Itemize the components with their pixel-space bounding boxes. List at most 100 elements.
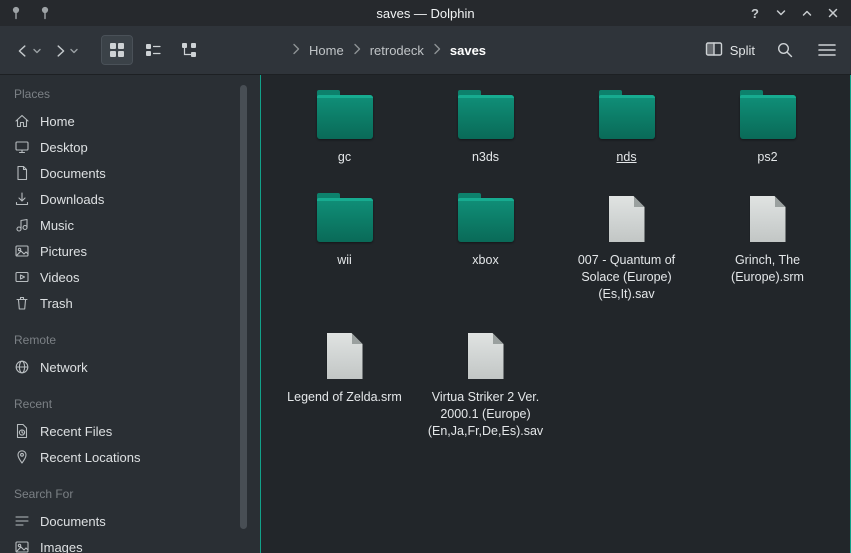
sidebar-item-desktop[interactable]: Desktop <box>0 134 236 160</box>
folder-item[interactable]: gc <box>274 89 415 166</box>
file-grid: gc n3ds nds ps2 wii <box>261 75 850 440</box>
sidebar-item-label: Pictures <box>40 244 87 259</box>
sidebar-item-label: Documents <box>40 514 106 529</box>
sidebar-item-search-documents[interactable]: Documents <box>0 508 236 534</box>
hamburger-menu-icon[interactable] <box>815 38 839 62</box>
folder-icon <box>458 198 514 242</box>
sidebar-scrollbar[interactable] <box>240 85 247 529</box>
sidebar-item-label: Trash <box>40 296 73 311</box>
chevron-right-icon <box>353 43 361 58</box>
videos-icon <box>14 269 30 285</box>
folder-item[interactable]: n3ds <box>415 89 556 166</box>
recent-locations-icon <box>14 449 30 465</box>
section-header-remote: Remote <box>0 325 236 354</box>
sidebar-item-label: Home <box>40 114 75 129</box>
folder-icon <box>317 95 373 139</box>
toolbar: Home retrodeck saves Split <box>0 26 851 75</box>
search-images-icon <box>14 539 30 553</box>
titlebar-pins <box>0 5 52 21</box>
item-label: ps2 <box>757 149 777 166</box>
sidebar-item-videos[interactable]: Videos <box>0 264 236 290</box>
sidebar-item-music[interactable]: Music <box>0 212 236 238</box>
downloads-icon <box>14 191 30 207</box>
sidebar-item-search-images[interactable]: Images <box>0 534 236 553</box>
file-icon <box>750 196 786 242</box>
item-label: Grinch, The (Europe).srm <box>705 252 831 286</box>
sidebar-item-label: Documents <box>40 166 106 181</box>
back-history-caret-icon[interactable] <box>33 41 41 59</box>
toolbar-right: Split <box>705 38 839 62</box>
chevron-right-icon <box>433 43 441 58</box>
breadcrumb-saves[interactable]: saves <box>450 43 486 58</box>
sidebar-item-recent-files[interactable]: Recent Files <box>0 418 236 444</box>
item-label: gc <box>338 149 351 166</box>
pin-icon[interactable] <box>38 5 52 21</box>
file-item[interactable]: 007 - Quantum of Solace (Europe) (Es,It)… <box>556 192 697 303</box>
sidebar-item-label: Images <box>40 540 83 553</box>
sidebar-item-recent-locations[interactable]: Recent Locations <box>0 444 236 470</box>
pictures-icon <box>14 243 30 259</box>
split-button[interactable]: Split <box>705 41 755 60</box>
trash-icon <box>14 295 30 311</box>
file-icon <box>327 333 363 379</box>
file-item[interactable]: Grinch, The (Europe).srm <box>697 192 838 303</box>
sidebar-item-trash[interactable]: Trash <box>0 290 236 316</box>
back-button[interactable] <box>12 39 43 62</box>
close-button[interactable] <box>822 3 844 23</box>
file-item[interactable]: Virtua Striker 2 Ver. 2000.1 (Europe) (E… <box>415 329 556 440</box>
help-button[interactable]: ? <box>744 3 766 23</box>
window-title: saves — Dolphin <box>0 6 851 21</box>
maximize-button[interactable] <box>796 3 818 23</box>
titlebar: saves — Dolphin ? <box>0 0 851 26</box>
sidebar-item-home[interactable]: Home <box>0 108 236 134</box>
folder-item[interactable]: nds <box>556 89 697 166</box>
sidebar-item-label: Desktop <box>40 140 88 155</box>
file-view[interactable]: gc n3ds nds ps2 wii <box>260 75 851 553</box>
window-controls: ? <box>744 3 851 23</box>
section-header-places: Places <box>0 79 236 108</box>
recent-files-icon <box>14 423 30 439</box>
split-icon <box>705 41 723 60</box>
breadcrumb-retrodeck[interactable]: retrodeck <box>370 43 424 58</box>
dolphin-window: saves — Dolphin ? <box>0 0 851 553</box>
view-mode-group <box>102 36 204 64</box>
search-documents-icon <box>14 513 30 529</box>
search-icon[interactable] <box>773 38 797 62</box>
forward-history-caret-icon[interactable] <box>70 41 78 59</box>
forward-button[interactable] <box>49 39 80 62</box>
minimize-button[interactable] <box>770 3 792 23</box>
file-item[interactable]: Legend of Zelda.srm <box>274 329 415 440</box>
icons-view-button[interactable] <box>102 36 132 64</box>
sidebar-item-pictures[interactable]: Pictures <box>0 238 236 264</box>
folder-item[interactable]: wii <box>274 192 415 303</box>
places-panel: Places Home Desktop Documents Downloads … <box>0 75 236 553</box>
breadcrumb-home[interactable]: Home <box>309 43 344 58</box>
sidebar-item-network[interactable]: Network <box>0 354 236 380</box>
split-label: Split <box>730 43 755 58</box>
item-label: Legend of Zelda.srm <box>287 389 402 406</box>
folder-item[interactable]: xbox <box>415 192 556 303</box>
chevron-right-icon <box>292 43 300 58</box>
item-label: nds <box>616 149 636 166</box>
documents-icon <box>14 165 30 181</box>
section-header-search-for: Search For <box>0 479 236 508</box>
sidebar-item-label: Music <box>40 218 74 233</box>
music-icon <box>14 217 30 233</box>
item-label: n3ds <box>472 149 499 166</box>
tree-view-button[interactable] <box>174 36 204 64</box>
sidebar-item-downloads[interactable]: Downloads <box>0 186 236 212</box>
sidebar-item-label: Recent Files <box>40 424 112 439</box>
pin-icon[interactable] <box>9 5 23 21</box>
item-label: 007 - Quantum of Solace (Europe) (Es,It)… <box>564 252 690 303</box>
item-label: xbox <box>472 252 498 269</box>
network-icon <box>14 359 30 375</box>
sidebar-item-label: Downloads <box>40 192 104 207</box>
sidebar-item-label: Recent Locations <box>40 450 140 465</box>
file-icon <box>609 196 645 242</box>
details-view-button[interactable] <box>138 36 168 64</box>
sidebar-item-label: Videos <box>40 270 80 285</box>
sidebar-item-documents[interactable]: Documents <box>0 160 236 186</box>
section-header-recent: Recent <box>0 389 236 418</box>
folder-icon <box>458 95 514 139</box>
folder-item[interactable]: ps2 <box>697 89 838 166</box>
